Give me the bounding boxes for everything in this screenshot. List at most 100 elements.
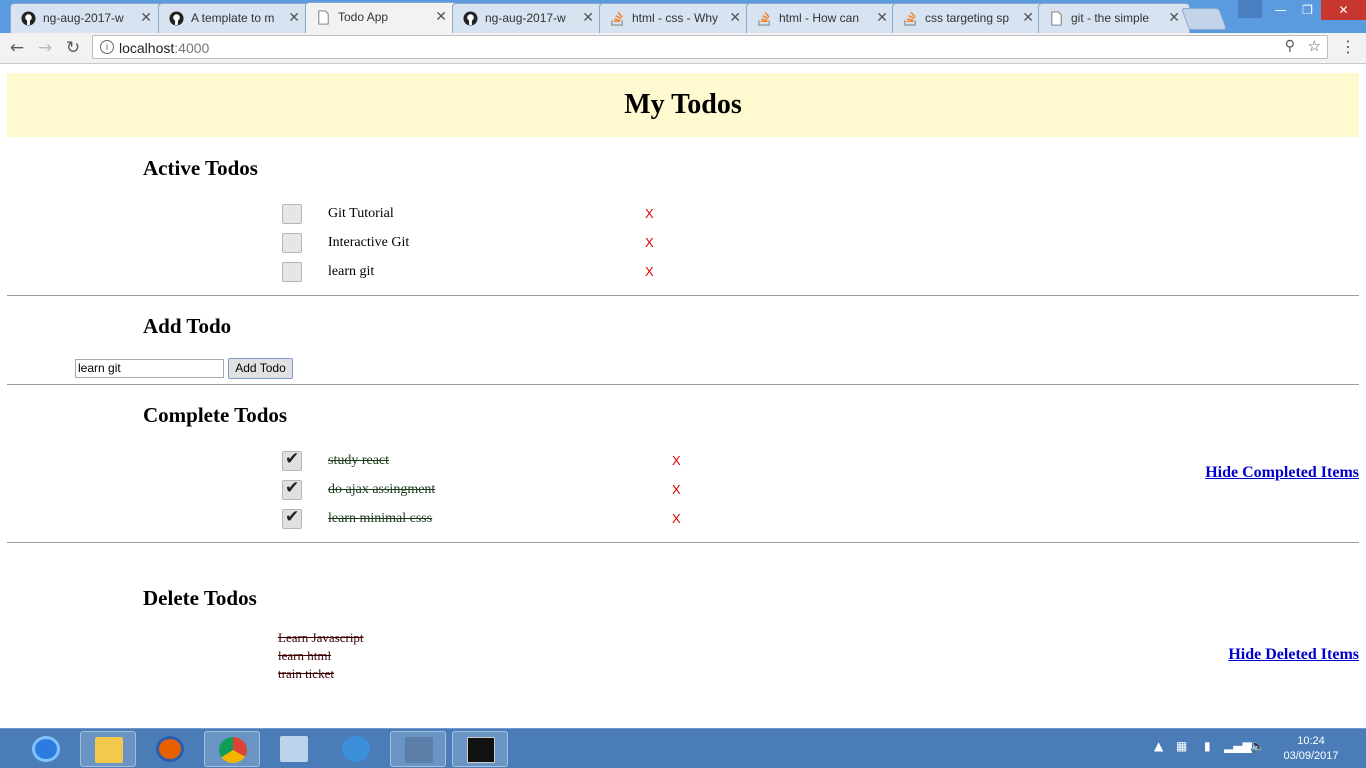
hide-completed-link[interactable]: Hide Completed Items bbox=[1205, 464, 1359, 482]
delete-todo-button[interactable]: X bbox=[672, 482, 681, 497]
menu-icon[interactable]: ⋮ bbox=[1340, 37, 1356, 56]
tab-title: ng-aug-2017-w bbox=[43, 11, 124, 25]
signal-icon[interactable]: ▂▄▆ bbox=[1224, 739, 1252, 753]
page-icon bbox=[318, 10, 329, 25]
back-icon[interactable]: ← bbox=[6, 37, 28, 59]
tab-strip: ng-aug-2017-w ✕ A template to m ✕ Todo A… bbox=[0, 0, 1366, 33]
active-todo-item: learn git X bbox=[282, 262, 682, 284]
todo-checkbox[interactable] bbox=[282, 204, 302, 224]
todo-checkbox-checked[interactable]: ✔ bbox=[282, 507, 302, 529]
clock-date: 03/09/2017 bbox=[1283, 750, 1339, 762]
reload-icon[interactable]: ↻ bbox=[62, 37, 84, 59]
todo-checkbox-checked[interactable]: ✔ bbox=[282, 478, 302, 500]
tab-close-icon[interactable]: ✕ bbox=[140, 9, 152, 26]
address-bar[interactable]: i localhost:4000 ⚲ ☆ bbox=[92, 35, 1328, 59]
deleted-todo-item: train ticket bbox=[278, 666, 334, 681]
tab-title: git - the simple bbox=[1071, 11, 1150, 25]
delete-todo-button[interactable]: X bbox=[672, 511, 681, 526]
forward-icon[interactable]: → bbox=[34, 37, 56, 59]
tab-4[interactable]: ng-aug-2017-w ✕ bbox=[452, 3, 604, 33]
url-port: :4000 bbox=[174, 40, 210, 56]
delete-todo-button[interactable]: X bbox=[672, 453, 681, 468]
zoom-icon[interactable]: ⚲ bbox=[1285, 38, 1295, 54]
battery-icon[interactable]: ▮ bbox=[1204, 739, 1211, 753]
tab-close-icon[interactable]: ✕ bbox=[288, 9, 300, 26]
remote-app-icon[interactable] bbox=[390, 731, 446, 767]
deleted-todo-item: Learn Javascript bbox=[278, 630, 364, 645]
tab-title: A template to m bbox=[191, 11, 275, 25]
info-icon[interactable]: i bbox=[100, 40, 114, 54]
page-icon bbox=[1051, 11, 1062, 26]
add-todo-title: Add Todo bbox=[143, 314, 232, 338]
checkmark-icon: ✔ bbox=[285, 449, 300, 469]
todo-text: Git Tutorial bbox=[328, 206, 394, 221]
clock-time: 10:24 bbox=[1297, 735, 1325, 747]
github-icon bbox=[463, 11, 478, 26]
chrome-icon[interactable] bbox=[204, 731, 260, 767]
tab-close-icon[interactable]: ✕ bbox=[582, 9, 594, 26]
active-todo-item: Interactive Git X bbox=[282, 233, 682, 255]
tab-close-icon[interactable]: ✕ bbox=[435, 8, 447, 25]
complete-todo-item: ✔ study react X bbox=[282, 449, 682, 473]
delete-todo-button[interactable]: X bbox=[645, 206, 654, 221]
url-text: localhost:4000 bbox=[119, 40, 209, 56]
tab-title: Todo App bbox=[338, 10, 389, 24]
task-manager-icon[interactable] bbox=[266, 731, 322, 767]
todo-text: learn git bbox=[328, 264, 375, 279]
bookmark-star-icon[interactable]: ☆ bbox=[1308, 37, 1321, 55]
complete-todos-title: Complete Todos bbox=[143, 403, 288, 427]
tab-8[interactable]: git - the simple ✕ bbox=[1038, 3, 1190, 33]
todo-text: do ajax assingment bbox=[328, 482, 436, 497]
tab-1[interactable]: ng-aug-2017-w ✕ bbox=[10, 3, 162, 33]
network-globe-icon[interactable] bbox=[328, 731, 384, 767]
page-content: My Todos Active Todos Git Tutorial X Int… bbox=[0, 64, 1366, 728]
volume-icon[interactable]: 🔈 bbox=[1250, 739, 1265, 753]
network-status-icon[interactable]: ▦ bbox=[1176, 739, 1187, 753]
tab-close-icon[interactable]: ✕ bbox=[729, 9, 741, 26]
url-host: localhost bbox=[119, 40, 175, 56]
tab-7[interactable]: css targeting sp ✕ bbox=[892, 3, 1044, 33]
system-clock[interactable]: 10:24 03/09/2017 bbox=[1280, 734, 1342, 764]
internet-explorer-icon[interactable] bbox=[18, 731, 74, 767]
file-explorer-icon[interactable] bbox=[80, 731, 136, 767]
new-tab-button[interactable] bbox=[1180, 8, 1228, 30]
todo-text: learn minimal csss bbox=[328, 511, 433, 526]
deleted-todo-item: learn html bbox=[278, 648, 332, 663]
tab-title: ng-aug-2017-w bbox=[485, 11, 566, 25]
divider bbox=[7, 295, 1359, 296]
tab-6[interactable]: html - How can ✕ bbox=[746, 3, 898, 33]
page-header: My Todos bbox=[7, 73, 1359, 137]
tab-2[interactable]: A template to m ✕ bbox=[158, 3, 310, 33]
checkmark-icon: ✔ bbox=[285, 507, 300, 527]
add-todo-button[interactable]: Add Todo bbox=[228, 358, 293, 379]
stackoverflow-icon bbox=[611, 11, 623, 26]
tab-5[interactable]: html - css - Why ✕ bbox=[599, 3, 751, 33]
tab-close-icon[interactable]: ✕ bbox=[1168, 9, 1180, 26]
stackoverflow-icon bbox=[904, 11, 916, 26]
todo-checkbox[interactable] bbox=[282, 262, 302, 282]
hide-deleted-link[interactable]: Hide Deleted Items bbox=[1228, 646, 1359, 664]
restore-icon[interactable]: ❐ bbox=[1294, 0, 1321, 20]
page-title: My Todos bbox=[624, 89, 742, 120]
command-prompt-icon[interactable] bbox=[452, 731, 508, 767]
delete-todo-button[interactable]: X bbox=[645, 264, 654, 279]
divider bbox=[7, 384, 1359, 385]
github-icon bbox=[21, 11, 36, 26]
todo-checkbox-checked[interactable]: ✔ bbox=[282, 449, 302, 471]
complete-todo-item: ✔ do ajax assingment X bbox=[282, 478, 682, 502]
user-profile-icon[interactable] bbox=[1238, 0, 1262, 18]
delete-todos-title: Delete Todos bbox=[143, 586, 257, 610]
show-hidden-icons[interactable]: ▲ bbox=[1154, 739, 1163, 753]
minimize-icon[interactable]: — bbox=[1267, 0, 1294, 20]
tab-3-active[interactable]: Todo App ✕ bbox=[305, 2, 457, 33]
todo-checkbox[interactable] bbox=[282, 233, 302, 253]
new-todo-input[interactable]: learn git bbox=[75, 359, 224, 378]
tab-title: css targeting sp bbox=[925, 11, 1010, 25]
window-close-icon[interactable]: ✕ bbox=[1321, 0, 1366, 20]
firefox-icon[interactable] bbox=[142, 731, 198, 767]
tab-close-icon[interactable]: ✕ bbox=[876, 9, 888, 26]
delete-todo-button[interactable]: X bbox=[645, 235, 654, 250]
todo-text: study react bbox=[328, 453, 390, 468]
tab-title: html - How can bbox=[779, 11, 860, 25]
tab-close-icon[interactable]: ✕ bbox=[1022, 9, 1034, 26]
